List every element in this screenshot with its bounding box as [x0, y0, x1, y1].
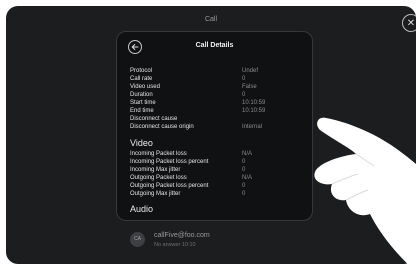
stat-row-outgoing-max-jitter: Outgoing Max jitter 0: [130, 190, 305, 198]
stat-row-video-used: Video used False: [130, 83, 305, 91]
audio-section-heading: Audio: [130, 204, 154, 214]
stat-label: Disconnect cause origin: [130, 124, 194, 130]
top-bar-title: Call: [204, 16, 218, 23]
stat-label: Outgoing Packet loss: [130, 175, 187, 181]
call-details-panel: Call Details Protocol Undef Call rate 0 …: [116, 31, 313, 221]
stat-value: 0: [242, 167, 246, 173]
stat-value: 10:10:59: [242, 108, 266, 114]
stat-label: Video used: [130, 84, 160, 90]
stat-value: N/A: [242, 175, 253, 181]
stat-value: Undef: [242, 68, 259, 74]
stat-row-incoming-packet-loss-percent: Incoming Packet loss percent 0: [130, 158, 305, 166]
stat-row-outgoing-packet-loss: Outgoing Packet loss N/A: [130, 174, 305, 182]
stat-row-incoming-max-jitter: Incoming Max jitter 0: [130, 166, 305, 174]
stat-row-call-rate: Call rate 0: [130, 75, 305, 83]
stat-label: Protocol: [130, 68, 153, 74]
stat-value: 0: [242, 183, 246, 189]
avatar: CA: [130, 232, 145, 247]
stat-value: N/A: [242, 151, 253, 157]
call-contact-name: callFive@foo.com: [154, 232, 210, 239]
panel-title: Call Details: [195, 42, 234, 49]
top-bar: Call ✕: [6, 6, 416, 34]
stat-label: Call rate: [130, 76, 153, 82]
stat-label: Outgoing Packet loss percent: [130, 183, 209, 189]
stat-value: 10:10:59: [242, 100, 266, 106]
stat-row-outgoing-packet-loss-percent: Outgoing Packet loss percent 0: [130, 182, 305, 190]
pointing-hand-overlay: [314, 117, 416, 272]
stat-label: End time: [130, 108, 154, 114]
close-icon: ✕: [406, 18, 416, 29]
panel-header: Call Details: [117, 32, 312, 56]
stat-value: 0: [242, 76, 246, 82]
video-section-heading: Video: [130, 138, 153, 148]
stat-row-start-time: Start time 10:10:59: [130, 99, 305, 107]
general-stats: Protocol Undef Call rate 0 Video used Fa…: [130, 67, 305, 131]
stat-label: Start time: [130, 100, 156, 106]
stat-value: 0: [242, 191, 246, 197]
call-status: No answer 10:10: [154, 242, 196, 248]
video-stats: Incoming Packet loss N/A Incoming Packet…: [130, 150, 305, 198]
stat-value: 0: [242, 159, 246, 165]
stat-value: Internal: [242, 124, 263, 130]
stat-row-disconnect-cause: Disconnect cause: [130, 115, 305, 123]
stat-label: Disconnect cause: [130, 116, 178, 122]
stat-row-end-time: End time 10:10:59: [130, 107, 305, 115]
stat-label: Incoming Packet loss: [130, 151, 187, 157]
stat-label: Incoming Max jitter: [130, 167, 181, 173]
stat-row-disconnect-cause-origin: Disconnect cause origin Internal: [130, 123, 305, 131]
close-button[interactable]: ✕: [402, 14, 416, 32]
stat-row-duration: Duration 0: [130, 91, 305, 99]
stat-value: False: [242, 84, 257, 90]
stat-label: Duration: [130, 92, 153, 98]
stat-row-protocol: Protocol Undef: [130, 67, 305, 75]
stat-row-incoming-packet-loss: Incoming Packet loss N/A: [130, 150, 305, 158]
stat-label: Incoming Packet loss percent: [130, 159, 209, 165]
stat-value: 0: [242, 92, 246, 98]
stat-label: Outgoing Max jitter: [130, 191, 181, 197]
